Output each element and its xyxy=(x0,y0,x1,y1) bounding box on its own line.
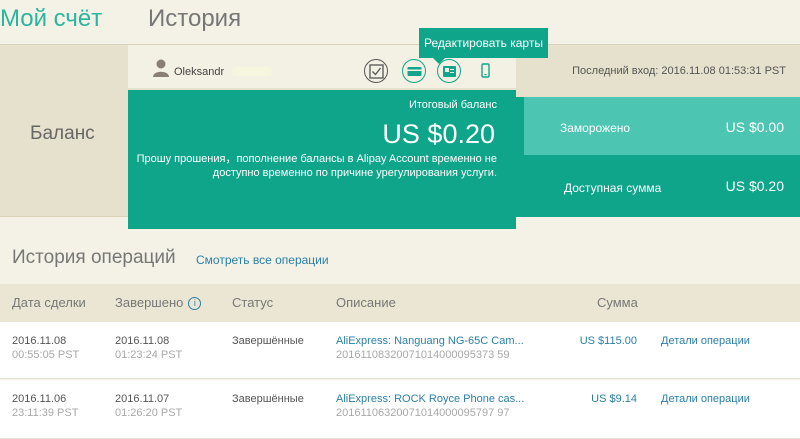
col-status: Статус xyxy=(232,295,274,310)
col-amount: Сумма xyxy=(597,295,638,310)
row-transaction-id: 20161106320071014000095797 97 xyxy=(336,407,510,419)
row-details-link[interactable]: Детали операции xyxy=(661,335,750,347)
row-description-link[interactable]: AliExpress: Nanguang NG-65C Cam... xyxy=(336,335,524,347)
row-completed-time: 01:23:24 PST xyxy=(115,349,183,361)
table-header: Дата сделки Завершено i Статус Описание С… xyxy=(0,284,800,322)
balance-label: Баланс xyxy=(30,123,95,144)
last-login: Последний вход: 2016.11.08 01:53:31 PST xyxy=(572,65,786,77)
row-date-time: 23:11:39 PST xyxy=(12,407,79,419)
row-date-time: 00:55:05 PST xyxy=(12,349,80,361)
frozen-panel: Заморожено US $0.00 xyxy=(524,97,800,155)
frozen-amount: US $0.00 xyxy=(725,119,784,135)
credit-card-icon[interactable] xyxy=(402,59,426,83)
balance-notice: Прошу прошения，пополнение балансы в Alip… xyxy=(136,153,497,179)
row-details-link[interactable]: Детали операции xyxy=(661,393,750,405)
history-title: История операций xyxy=(12,247,176,268)
user-icon xyxy=(153,59,169,77)
frozen-label: Заморожено xyxy=(560,121,631,135)
col-completed-label: Завершено xyxy=(115,295,184,310)
table-row: 2016.11.08 00:55:05 PST 2016.11.08 01:23… xyxy=(0,322,800,379)
checkbox-icon[interactable] xyxy=(364,59,388,83)
row-transaction-id: 20161108320071014000095373 59 xyxy=(336,349,510,361)
balance-card: Oleksandr Баланс Итоговый баланс US $0.2… xyxy=(0,44,800,229)
tab-history[interactable]: История xyxy=(148,5,241,33)
row-status: Завершённые xyxy=(232,393,304,405)
col-completed: Завершено i xyxy=(115,295,202,310)
available-amount: US $0.20 xyxy=(725,178,784,194)
phone-icon[interactable] xyxy=(474,59,498,83)
row-date: 2016.11.06 xyxy=(12,393,67,405)
row-date: 2016.11.08 xyxy=(12,335,67,347)
edit-cards-tooltip: Редактировать карты xyxy=(419,28,548,64)
col-description: Описание xyxy=(336,295,396,310)
info-icon[interactable]: i xyxy=(188,297,202,310)
user-name: Oleksandr xyxy=(174,66,225,78)
row-description-link[interactable]: AliExpress: ROCK Royce Phone cas... xyxy=(336,393,524,405)
row-completed: 2016.11.07 xyxy=(115,393,170,405)
table-row: 2016.11.06 23:11:39 PST 2016.11.07 01:26… xyxy=(0,380,800,439)
user-name-redacted xyxy=(232,67,272,76)
tab-my-account[interactable]: Мой счёт xyxy=(0,5,102,33)
total-balance-panel: Итоговый баланс US $0.20 Прошу прошения，… xyxy=(128,90,516,229)
panel-divider xyxy=(516,97,524,155)
row-completed: 2016.11.08 xyxy=(115,335,170,347)
top-tabs: Мой счёт История xyxy=(0,0,800,44)
col-date: Дата сделки xyxy=(12,295,86,310)
available-panel: Доступная сумма US $0.20 xyxy=(516,155,800,217)
row-amount: US $9.14 xyxy=(591,393,637,405)
available-label: Доступная сумма xyxy=(564,181,662,195)
row-status: Завершённые xyxy=(232,335,304,347)
view-all-operations-link[interactable]: Смотреть все операции xyxy=(196,253,329,267)
row-completed-time: 01:26:20 PST xyxy=(115,407,183,419)
total-balance-amount: US $0.20 xyxy=(382,119,495,149)
row-amount: US $115.00 xyxy=(579,335,637,347)
total-balance-title: Итоговый баланс xyxy=(408,99,497,111)
history-section: История операций Смотреть все операции Д… xyxy=(0,217,800,439)
